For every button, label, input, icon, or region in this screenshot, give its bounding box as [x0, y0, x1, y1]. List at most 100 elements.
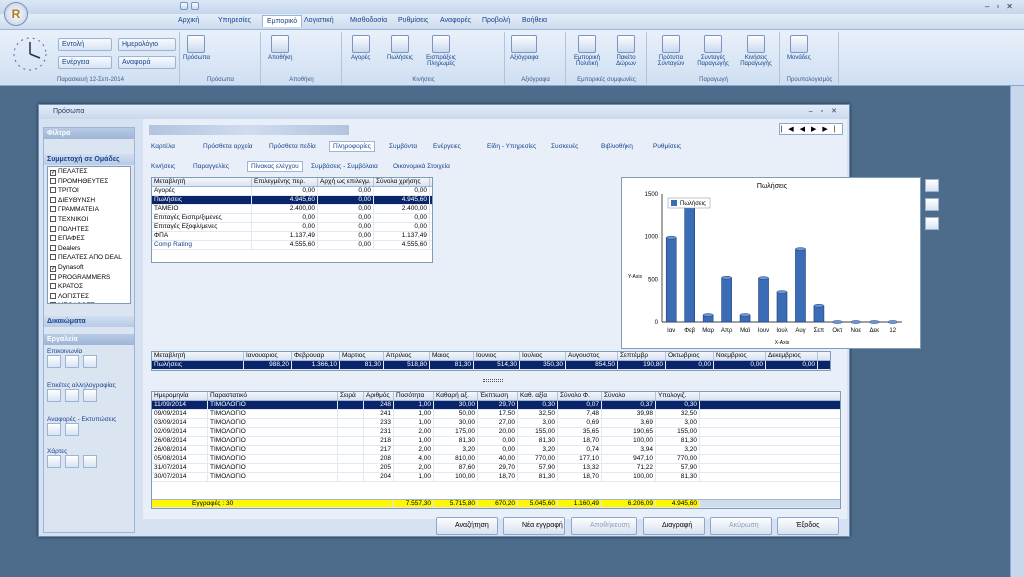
monthly-col-header[interactable]: Φεβρουαρ [292, 352, 340, 360]
monthly-col-header[interactable]: Νοεμβριος [714, 352, 766, 360]
agores-button[interactable]: Αγορές [351, 35, 370, 61]
kiniseis-paragogis-button[interactable]: Κινήσεις Παραγωγής [736, 35, 776, 67]
documents-col-header[interactable]: Σύνολο [602, 392, 656, 400]
syntages-button[interactable]: Συνταγές Παραγωγής [694, 35, 732, 67]
monthly-col-header[interactable]: Μαρτιος [340, 352, 384, 360]
monthly-col-header[interactable]: Αυγουστος [566, 352, 618, 360]
documents-row[interactable]: 31/07/2014 ΤΙΜΟΛΟΓΙΟ 205 2,00 87,60 29,70 57,9… [152, 464, 840, 473]
control-col-header[interactable]: Μεταβλητή [152, 178, 252, 186]
sub-tab[interactable]: Κινήσεις [151, 163, 175, 170]
group-checkbox[interactable] [50, 235, 56, 242]
control-col-header[interactable]: Επιλεγμένης περ. [252, 178, 318, 186]
person-tab[interactable]: Πληροφορίες [329, 141, 375, 152]
ribbon-tab[interactable]: Υπηρεσίες [218, 17, 251, 24]
group-checkbox[interactable]: ✓ [50, 265, 56, 272]
report-icon[interactable] [47, 423, 61, 436]
person-tab[interactable]: Καρτέλα [151, 143, 175, 150]
documents-col-header[interactable]: Σειρά [338, 392, 364, 400]
email-icon[interactable] [83, 355, 97, 368]
documents-row[interactable]: 05/08/2014 ΤΙΜΟΛΟΓΙΟ 208 4,00 810,00 40,00 770… [152, 455, 840, 464]
emporiki-politiki-button[interactable]: Εμπορική Πολιτική [569, 35, 605, 67]
print-label-icon[interactable] [47, 389, 61, 402]
documents-col-header[interactable]: Παραστατικό [208, 392, 338, 400]
group-item[interactable]: ΠΕΛΑΤΕΣ ΑΠΟ DEAL [48, 253, 130, 263]
cancel-button[interactable]: Ακύρωση [710, 517, 772, 535]
save-button[interactable]: Αποθήκευση [571, 517, 637, 535]
group-checkbox[interactable] [50, 196, 56, 203]
monthly-row[interactable]: Πωλήσεις 988,20 1.366,10 81,30 518,80 81,30 51… [152, 361, 830, 370]
ribbon-tab[interactable]: Αρχική [178, 17, 199, 24]
documents-row[interactable]: 11/09/2014 ΤΙΜΟΛΟΓΙΟ 248 1,00 30,00 29,70 0,30… [152, 401, 840, 410]
person-tab[interactable]: Πρόσθετα πεδία [269, 143, 316, 150]
group-checkbox[interactable] [50, 302, 56, 303]
group-item[interactable]: ΤΡΙΤΟΙ [48, 186, 130, 196]
sub-tab[interactable]: Παραγγελίες [193, 163, 229, 170]
group-checkbox[interactable] [50, 177, 56, 184]
imerologio-button[interactable]: Ημερολόγιο [118, 38, 176, 51]
chart-zoom-icon[interactable] [925, 198, 939, 211]
new-record-button[interactable]: Νέα εγγραφή [503, 517, 565, 535]
chart-print-icon[interactable] [925, 217, 939, 230]
control-row[interactable]: Πωλήσεις 4.945,60 0,00 4.945,60 [152, 196, 432, 205]
group-item[interactable]: Dealers [48, 244, 130, 254]
apothiki-button[interactable]: Αποθήκη [268, 35, 292, 61]
documents-row[interactable]: 09/09/2014 ΤΙΜΟΛΟΓΙΟ 241 1,00 50,00 17,50 32,5… [152, 410, 840, 419]
group-item[interactable]: PROGRAMMERS [48, 273, 130, 283]
search-button[interactable]: Αναζήτηση [436, 517, 498, 535]
group-item[interactable]: ΓΡΑΜΜΑΤΕΙΑ [48, 205, 130, 215]
groups-header[interactable]: Συμμετοχή σε Ομάδες [44, 154, 134, 165]
person-tab[interactable]: Ενέργειες [433, 143, 461, 150]
ribbon-tab[interactable]: Λογιστική [304, 17, 334, 24]
group-checkbox[interactable] [50, 292, 56, 299]
paketo-doron-button[interactable]: Πακέτο Δώρων [609, 35, 643, 67]
group-checkbox[interactable] [50, 273, 56, 280]
group-item[interactable]: ΚΡΑΤΟΣ [48, 282, 130, 292]
person-tab[interactable]: Συσκευές [551, 143, 578, 150]
person-tab[interactable]: Ρυθμίσεις [653, 143, 681, 150]
protypa-syntagon-button[interactable]: Πρότυπα Συνταγών [652, 35, 690, 67]
prosopa-button[interactable]: Πρόσωπα [183, 35, 210, 61]
documents-col-header[interactable]: Καθ. αξία [518, 392, 558, 400]
eisprakseis-button[interactable]: Εισπράξεις Πληρωμές [423, 35, 459, 67]
monthly-col-header[interactable]: Οκτωβριος [666, 352, 714, 360]
ribbon-tab[interactable]: Ρυθμίσεις [398, 17, 428, 24]
monthly-col-header[interactable]: Ιουλιος [520, 352, 566, 360]
ribbon-tab[interactable]: Βοήθεια [522, 17, 547, 24]
ribbon-tab[interactable]: Αναφορές [440, 17, 471, 24]
documents-col-header[interactable]: Καθαρή αξ. [434, 392, 478, 400]
tools-header[interactable]: Εργαλεία [44, 334, 134, 345]
documents-row[interactable]: 26/08/2014 ΤΙΜΟΛΟΓΙΟ 218 1,00 81,30 0,00 81,30… [152, 437, 840, 446]
documents-col-header[interactable]: Ποσότητα [394, 392, 434, 400]
entoli-button[interactable]: Εντολή [58, 38, 112, 51]
documents-row[interactable]: 30/07/2014 ΤΙΜΟΛΟΓΙΟ 204 1,00 100,00 18,70 81,… [152, 473, 840, 482]
group-checkbox[interactable] [50, 206, 56, 213]
documents-col-header[interactable]: Αριθμός [364, 392, 394, 400]
documents-row[interactable]: 03/09/2014 ΤΙΜΟΛΟΓΙΟ 233 1,00 30,00 27,00 3,00… [152, 419, 840, 428]
person-tab[interactable]: Πρόσθετα αρχεία [203, 143, 253, 150]
poliseis-button[interactable]: Πωλήσεις [387, 35, 413, 61]
ribbon-tab[interactable]: Προβολή [482, 17, 510, 24]
monthly-col-header[interactable]: Σεπτέμβρ [618, 352, 666, 360]
phone-icon[interactable] [65, 355, 79, 368]
map-print-icon[interactable] [83, 455, 97, 468]
control-row[interactable]: Επιταγές Εισπρ/ξιμενες 0,00 0,00 0,00 [152, 214, 432, 223]
chart-view-icon[interactable] [925, 179, 939, 192]
record-navigator[interactable]: |◀◀▶▶| [779, 123, 843, 135]
monades-button[interactable]: Μονάδες [787, 35, 811, 61]
group-checkbox[interactable]: ✓ [50, 170, 56, 176]
sub-tab[interactable]: Συμβάσεις - Συμβόλαια [311, 163, 378, 170]
app-logo-icon[interactable]: R [4, 2, 28, 26]
printer-icon[interactable] [65, 389, 79, 402]
rights-header[interactable]: Δικαιώματα [44, 316, 134, 327]
window-controls[interactable]: –▫✕ [985, 2, 1020, 11]
monthly-col-header[interactable]: Ιανουαριος [244, 352, 292, 360]
group-item[interactable]: ΠΡΟΜΗΘΕΥΤΕΣ [48, 177, 130, 187]
group-item[interactable]: ΤΕΧΝΙΚΟΙ [48, 215, 130, 225]
monthly-col-header[interactable]: Μαιος [430, 352, 474, 360]
splitter[interactable] [483, 379, 503, 382]
route-icon[interactable] [65, 455, 79, 468]
control-row[interactable]: Επιταγές Εξοφλ/μενες 0,00 0,00 0,00 [152, 223, 432, 232]
map-icon[interactable] [47, 455, 61, 468]
exit-button[interactable]: Έξοδος [777, 517, 839, 535]
control-col-header[interactable]: Σύνολα χρήσης [374, 178, 430, 186]
